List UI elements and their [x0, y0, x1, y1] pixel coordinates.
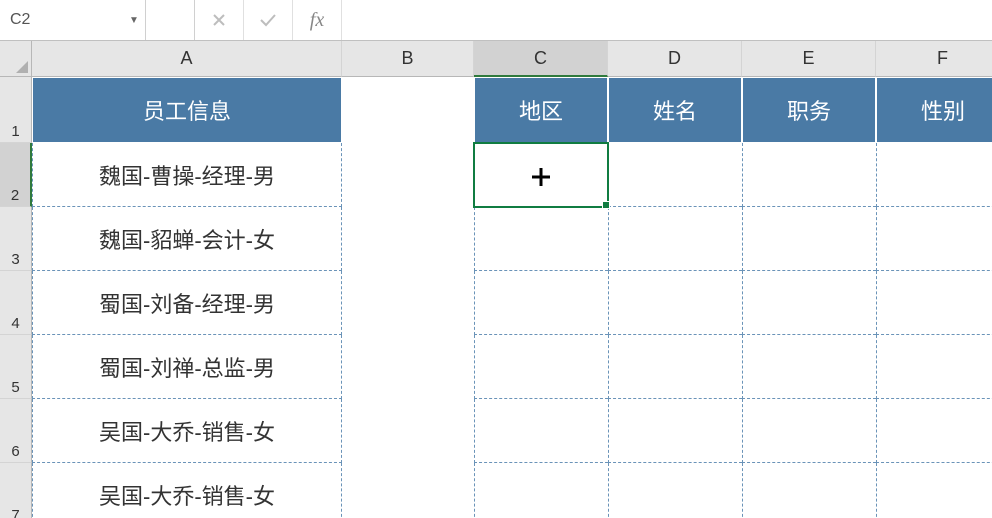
- cell-F5[interactable]: [876, 335, 992, 399]
- spreadsheet-grid[interactable]: ABCDEF 1234567 员工信息魏国-曹操-经理-男魏国-貂蝉-会计-女蜀…: [0, 41, 992, 518]
- cell-E2[interactable]: [742, 143, 876, 207]
- cell-F1-header[interactable]: 性别: [876, 77, 992, 143]
- row-header-3[interactable]: 3: [0, 207, 32, 271]
- column-header-F[interactable]: F: [876, 41, 992, 77]
- cell-F6[interactable]: [876, 399, 992, 463]
- formula-bar: C2 ▼ fx: [0, 0, 992, 41]
- cell-F4[interactable]: [876, 271, 992, 335]
- row-header-4[interactable]: 4: [0, 271, 32, 335]
- column-header-B[interactable]: B: [342, 41, 474, 77]
- cell-F3[interactable]: [876, 207, 992, 271]
- cell-D7[interactable]: [608, 463, 742, 518]
- cancel-button[interactable]: [195, 0, 244, 40]
- row-header-6[interactable]: 6: [0, 399, 32, 463]
- cell-E5[interactable]: [742, 335, 876, 399]
- cell-D2[interactable]: [608, 143, 742, 207]
- select-all-corner[interactable]: [0, 41, 32, 77]
- cell-F7[interactable]: [876, 463, 992, 518]
- cell-E3[interactable]: [742, 207, 876, 271]
- confirm-button[interactable]: [244, 0, 293, 40]
- column-header-A[interactable]: A: [32, 41, 342, 77]
- cell-D1-header[interactable]: 姓名: [608, 77, 742, 143]
- row-header-7[interactable]: 7: [0, 463, 32, 518]
- check-icon: [259, 13, 277, 27]
- cell-D6[interactable]: [608, 399, 742, 463]
- cell-A1-header[interactable]: 员工信息: [32, 77, 342, 143]
- cell-A2[interactable]: 魏国-曹操-经理-男: [32, 143, 342, 207]
- cell-D4[interactable]: [608, 271, 742, 335]
- name-box-value: C2: [0, 11, 123, 29]
- cell-D3[interactable]: [608, 207, 742, 271]
- insert-function-button[interactable]: fx: [293, 0, 342, 40]
- cell-D5[interactable]: [608, 335, 742, 399]
- row-header-5[interactable]: 5: [0, 335, 32, 399]
- cell-E1-header[interactable]: 职务: [742, 77, 876, 143]
- column-headers: ABCDEF: [32, 41, 992, 77]
- cell-A5[interactable]: 蜀国-刘禅-总监-男: [32, 335, 342, 399]
- cell-A7[interactable]: 吴国-大乔-销售-女: [32, 463, 342, 518]
- cell-C3[interactable]: [474, 207, 608, 271]
- column-header-E[interactable]: E: [742, 41, 876, 77]
- formula-bar-separator: [146, 0, 195, 40]
- row-header-2[interactable]: 2: [0, 143, 32, 207]
- cell-C7[interactable]: [474, 463, 608, 518]
- cell-E6[interactable]: [742, 399, 876, 463]
- cell-A3[interactable]: 魏国-貂蝉-会计-女: [32, 207, 342, 271]
- name-box-dropdown-icon[interactable]: ▼: [123, 15, 145, 26]
- x-icon: [212, 13, 226, 27]
- column-header-C[interactable]: C: [474, 41, 608, 77]
- cell-A6[interactable]: 吴国-大乔-销售-女: [32, 399, 342, 463]
- cell-C1-header[interactable]: 地区: [474, 77, 608, 143]
- cell-E7[interactable]: [742, 463, 876, 518]
- cell-E4[interactable]: [742, 271, 876, 335]
- fx-icon: fx: [310, 9, 324, 32]
- column-header-D[interactable]: D: [608, 41, 742, 77]
- cell-F2[interactable]: [876, 143, 992, 207]
- cell-A4[interactable]: 蜀国-刘备-经理-男: [32, 271, 342, 335]
- row-headers: 1234567: [0, 77, 32, 518]
- cell-C6[interactable]: [474, 399, 608, 463]
- cell-C5[interactable]: [474, 335, 608, 399]
- formula-input[interactable]: [342, 0, 992, 40]
- name-box[interactable]: C2 ▼: [0, 0, 146, 40]
- cell-C4[interactable]: [474, 271, 608, 335]
- row-header-1[interactable]: 1: [0, 77, 32, 143]
- cell-C2[interactable]: [474, 143, 608, 207]
